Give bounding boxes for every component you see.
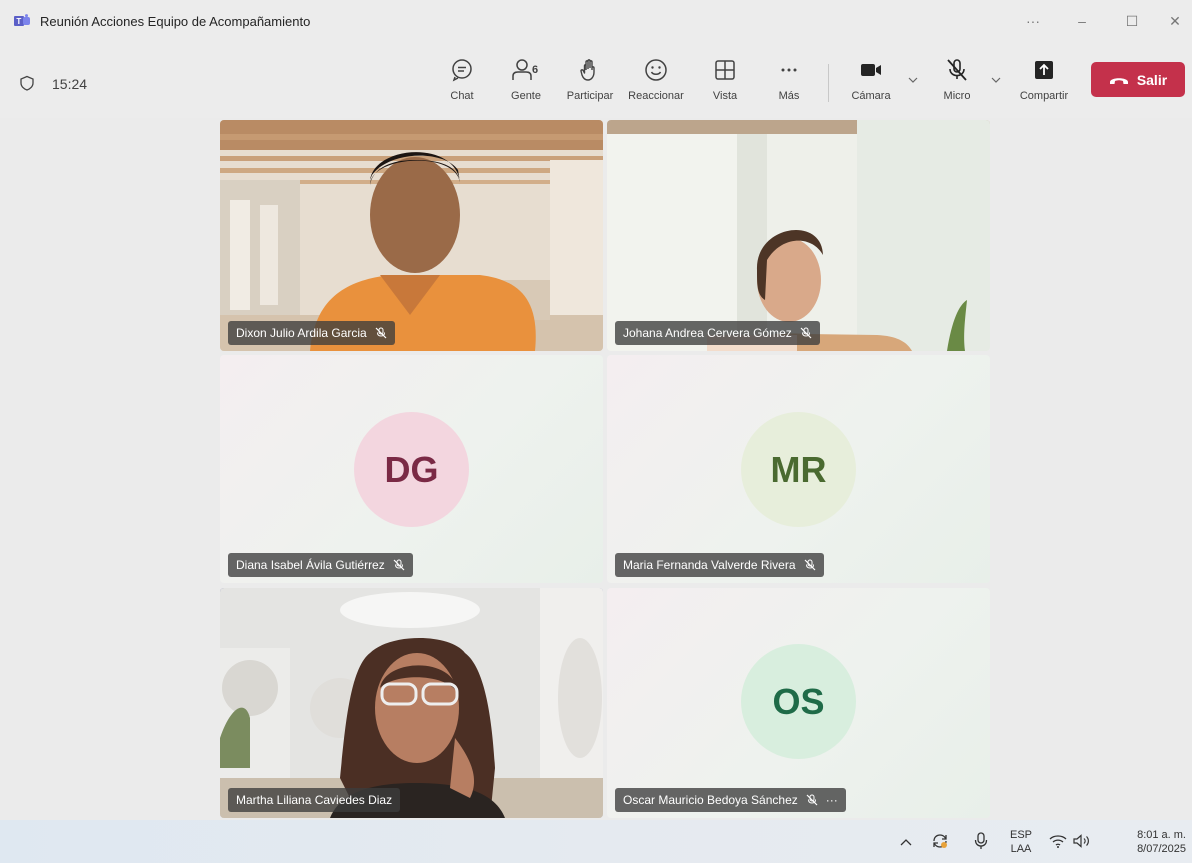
camera-icon xyxy=(861,64,881,76)
participant-name-tag: Maria Fernanda Valverde Rivera xyxy=(615,553,824,577)
participant-name: Johana Andrea Cervera Gómez xyxy=(623,326,792,340)
camera-options-chevron-icon[interactable] xyxy=(907,74,919,86)
raise-hand-button[interactable]: Participar xyxy=(565,54,615,110)
more-label: Más xyxy=(778,90,800,102)
people-icon xyxy=(512,59,532,80)
participant-name: Diana Isabel Ávila Gutiérrez xyxy=(236,558,385,572)
chat-label: Chat xyxy=(450,90,474,102)
taskbar-clock[interactable]: 8:01 a. m. 8/07/2025 xyxy=(1110,826,1186,858)
people-count: 6 xyxy=(532,64,539,76)
close-button[interactable]: ✕ xyxy=(1160,10,1190,32)
participant-tile[interactable]: Dixon Julio Ardila Garcia xyxy=(220,120,603,351)
participant-name: Oscar Mauricio Bedoya Sánchez xyxy=(623,793,798,807)
chat-icon xyxy=(452,59,472,82)
participant-video xyxy=(220,588,603,818)
grid-view-icon xyxy=(715,60,735,80)
shield-icon xyxy=(20,75,34,91)
share-button[interactable]: Compartir xyxy=(1014,54,1074,110)
participant-name-tag: Diana Isabel Ávila Gutiérrez xyxy=(228,553,413,577)
mic-options-chevron-icon[interactable] xyxy=(990,74,1002,86)
participant-tile-active-speaker[interactable]: Martha Liliana Caviedes Diaz xyxy=(220,588,603,818)
maximize-button[interactable]: ☐ xyxy=(1117,10,1147,32)
keyboard-layout: LAA xyxy=(1010,843,1032,855)
mic-button[interactable]: Micro xyxy=(937,54,977,110)
camera-label: Cámara xyxy=(851,90,891,102)
participant-video xyxy=(607,120,990,351)
mic-off-icon xyxy=(800,327,812,339)
teams-logo-icon: T xyxy=(14,14,30,26)
meeting-toolbar: 15:24 Chat 6 Gente Participar Reaccionar… xyxy=(0,42,1192,118)
mic-off-icon xyxy=(375,327,387,339)
minimize-button[interactable]: – xyxy=(1067,10,1097,32)
sync-status-icon[interactable] xyxy=(930,831,950,851)
participant-avatar: OS xyxy=(741,644,856,759)
view-button[interactable]: Vista xyxy=(707,54,743,110)
clock-time: 8:01 a. m. xyxy=(1137,829,1186,841)
react-label: Reaccionar xyxy=(628,90,684,102)
participant-name: Maria Fernanda Valverde Rivera xyxy=(623,558,796,572)
share-label: Compartir xyxy=(1019,90,1069,102)
participant-tile[interactable]: OS Oscar Mauricio Bedoya Sánchez ··· xyxy=(607,588,990,818)
svg-text:T: T xyxy=(16,17,21,26)
participant-more-options-icon[interactable]: ··· xyxy=(826,793,838,807)
leave-button[interactable]: Salir xyxy=(1091,62,1185,97)
toolbar-divider xyxy=(828,64,829,102)
meeting-stage: Dixon Julio Ardila Garcia Johana Andrea … xyxy=(0,118,1192,820)
participant-name-tag: Johana Andrea Cervera Gómez xyxy=(615,321,820,345)
mic-off-icon xyxy=(947,59,967,81)
language-code: ESP xyxy=(1009,829,1032,841)
people-label: Gente xyxy=(511,90,541,102)
participant-name-tag: Martha Liliana Caviedes Diaz xyxy=(228,788,401,812)
hang-up-icon xyxy=(1109,77,1128,84)
mic-off-icon xyxy=(806,794,818,806)
camera-button[interactable]: Cámara xyxy=(846,54,896,110)
share-screen-icon xyxy=(1035,61,1053,79)
title-bar: T Reunión Acciones Equipo de Acompañamie… xyxy=(0,0,1192,42)
react-button[interactable]: Reaccionar xyxy=(626,54,686,110)
participant-tile[interactable]: Johana Andrea Cervera Gómez xyxy=(607,120,990,351)
people-button[interactable]: 6 Gente xyxy=(504,54,548,110)
view-label: Vista xyxy=(712,90,738,102)
windows-taskbar: ESP LAA 8:01 a. m. 8/07/2025 xyxy=(0,820,1192,863)
leave-label: Salir xyxy=(1136,71,1168,88)
participant-video xyxy=(220,120,603,351)
raise-hand-icon xyxy=(580,59,595,81)
emoji-icon xyxy=(645,59,667,81)
participant-tile[interactable]: DG Diana Isabel Ávila Gutiérrez xyxy=(220,355,603,583)
participant-name: Dixon Julio Ardila Garcia xyxy=(236,326,367,340)
clock-date: 8/07/2025 xyxy=(1137,843,1186,855)
chat-button[interactable]: Chat xyxy=(444,54,480,110)
participant-avatar: DG xyxy=(354,412,469,527)
mic-label: Micro xyxy=(943,90,971,102)
ellipsis-icon xyxy=(781,68,797,72)
participant-avatar: MR xyxy=(741,412,856,527)
input-language-indicator[interactable]: ESP LAA xyxy=(1005,826,1037,858)
window-title: Reunión Acciones Equipo de Acompañamient… xyxy=(40,14,311,29)
more-options-icon[interactable]: ··· xyxy=(1018,10,1048,32)
participant-name-tag: Oscar Mauricio Bedoya Sánchez ··· xyxy=(615,788,846,812)
participant-tile[interactable]: MR Maria Fernanda Valverde Rivera xyxy=(607,355,990,583)
meeting-timer: 15:24 xyxy=(52,76,88,92)
more-button[interactable]: Más xyxy=(771,54,807,110)
wifi-icon[interactable] xyxy=(1048,831,1068,851)
participant-name-tag: Dixon Julio Ardila Garcia xyxy=(228,321,395,345)
mic-off-icon xyxy=(393,559,405,571)
show-hidden-icons-chevron-icon[interactable] xyxy=(898,834,914,850)
participant-name: Martha Liliana Caviedes Diaz xyxy=(236,793,393,807)
microphone-in-use-icon[interactable] xyxy=(971,831,991,851)
raise-hand-label: Participar xyxy=(566,90,614,102)
volume-icon[interactable] xyxy=(1072,831,1092,851)
mic-off-icon xyxy=(804,559,815,571)
